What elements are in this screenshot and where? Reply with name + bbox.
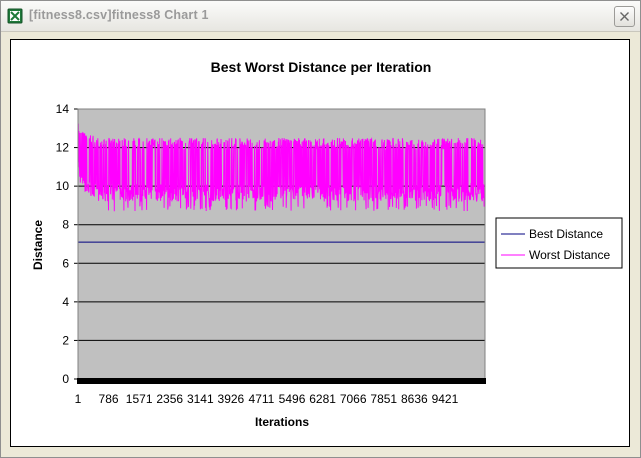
x-tick-label: 1571 [126, 392, 153, 406]
chart: Best Worst Distance per Iteration 0 2 4 6 8 1… [31, 59, 623, 429]
legend[interactable]: Best Distance Worst Distance [495, 217, 623, 269]
close-icon [620, 12, 629, 21]
legend-label: Worst Distance [529, 248, 610, 262]
window-title: [fitness8.csv]fitness8 Chart 1 [29, 8, 209, 22]
plot-area: 0 2 4 6 8 10 12 14 1 786 1571 2356 3141 3926 4711 5496 6… [56, 102, 486, 406]
x-tick-label: 5496 [279, 392, 306, 406]
y-tick-label: 2 [62, 333, 69, 347]
x-tick-label: 6281 [309, 392, 336, 406]
y-tick-label: 4 [62, 295, 69, 309]
x-tick-label: 3926 [218, 392, 245, 406]
x-tick-label: 8636 [401, 392, 428, 406]
chart-title: Best Worst Distance per Iteration [211, 59, 432, 75]
x-tick-label: 9421 [432, 392, 459, 406]
y-tick-label: 0 [62, 372, 69, 386]
x-axis-label: Iterations [255, 415, 309, 429]
x-tick-label: 2356 [156, 392, 183, 406]
chart-window: [fitness8.csv]fitness8 Chart 1 Best Wors… [0, 0, 641, 458]
close-button[interactable] [614, 6, 635, 27]
x-tick-label: 3141 [187, 392, 214, 406]
excel-chart-icon [7, 8, 23, 24]
y-tick-label: 6 [62, 256, 69, 270]
x-tick-label: 7851 [370, 392, 397, 406]
x-tick-label: 1 [75, 392, 82, 406]
y-tick-label: 8 [62, 218, 69, 232]
x-tick-label: 4711 [249, 392, 275, 406]
chart-area[interactable]: Best Worst Distance per Iteration 0 2 4 6 8 1… [10, 39, 630, 447]
y-tick-label: 10 [56, 179, 70, 193]
title-bar[interactable]: [fitness8.csv]fitness8 Chart 1 [1, 1, 640, 32]
x-tick-label: 786 [99, 392, 119, 406]
x-tick-label: 7066 [340, 392, 367, 406]
y-axis-label: Distance [31, 220, 45, 270]
y-tick-label: 12 [56, 141, 70, 155]
legend-label: Best Distance [529, 227, 603, 241]
y-tick-label: 14 [56, 102, 70, 116]
x-axis-line [77, 378, 486, 384]
